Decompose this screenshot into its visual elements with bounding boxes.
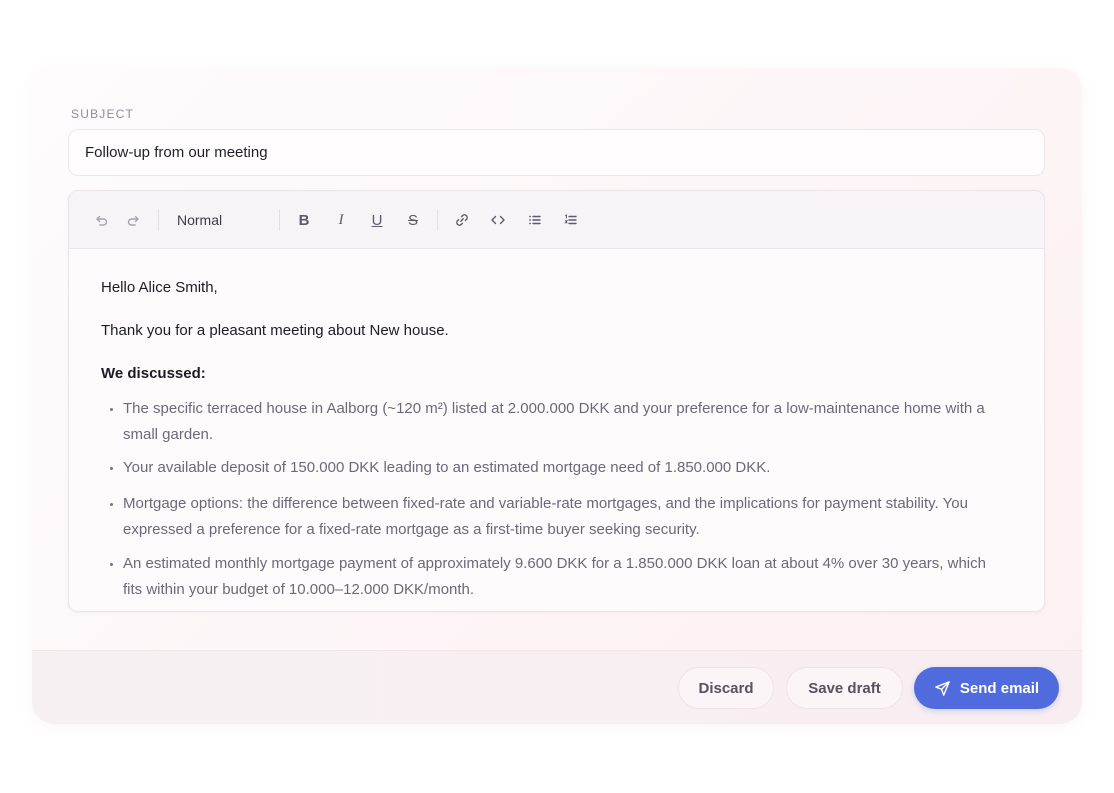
send-icon <box>935 680 950 696</box>
list-item: The specific terraced house in Aalborg (… <box>110 396 1003 448</box>
send-email-label: Send email <box>959 679 1040 697</box>
numbered-list-icon[interactable] <box>556 205 586 235</box>
link-icon[interactable] <box>447 205 477 235</box>
list-item: An estimated monthly mortgage payment of… <box>110 551 1003 603</box>
editor-toolbar: Normal B I U S <box>69 191 1044 249</box>
undo-icon[interactable] <box>86 205 116 235</box>
section-heading: We discussed: <box>101 365 206 382</box>
italic-button[interactable]: I <box>326 205 356 235</box>
subject-label: SUBJECT <box>71 107 135 121</box>
subject-input[interactable] <box>68 129 1045 176</box>
bold-button[interactable]: B <box>289 205 319 235</box>
underline-button[interactable]: U <box>362 205 392 235</box>
list-item: Mortgage options: the difference between… <box>110 491 1003 543</box>
code-icon[interactable] <box>483 205 513 235</box>
composer-footer: Discard Save draft Send email <box>32 650 1082 724</box>
save-draft-button[interactable]: Save draft <box>786 667 903 709</box>
rich-text-editor: Normal B I U S Hello Alice Smith, Thank … <box>68 190 1045 612</box>
strikethrough-button[interactable]: S <box>398 205 428 235</box>
list-item: Your available deposit of 150.000 DKK le… <box>110 455 1003 481</box>
greeting-text: Hello Alice Smith, <box>101 279 218 296</box>
toolbar-divider <box>437 209 438 231</box>
email-composer: SUBJECT Normal B I U S <box>32 68 1082 724</box>
toolbar-divider <box>158 209 159 231</box>
bullet-list-icon[interactable] <box>520 205 550 235</box>
send-email-button[interactable]: Send email <box>914 667 1059 709</box>
discard-button[interactable]: Discard <box>678 667 774 709</box>
redo-icon[interactable] <box>119 205 149 235</box>
intro-text: Thank you for a pleasant meeting about N… <box>101 322 449 339</box>
toolbar-divider <box>279 209 280 231</box>
text-style-select[interactable]: Normal <box>169 205 269 235</box>
